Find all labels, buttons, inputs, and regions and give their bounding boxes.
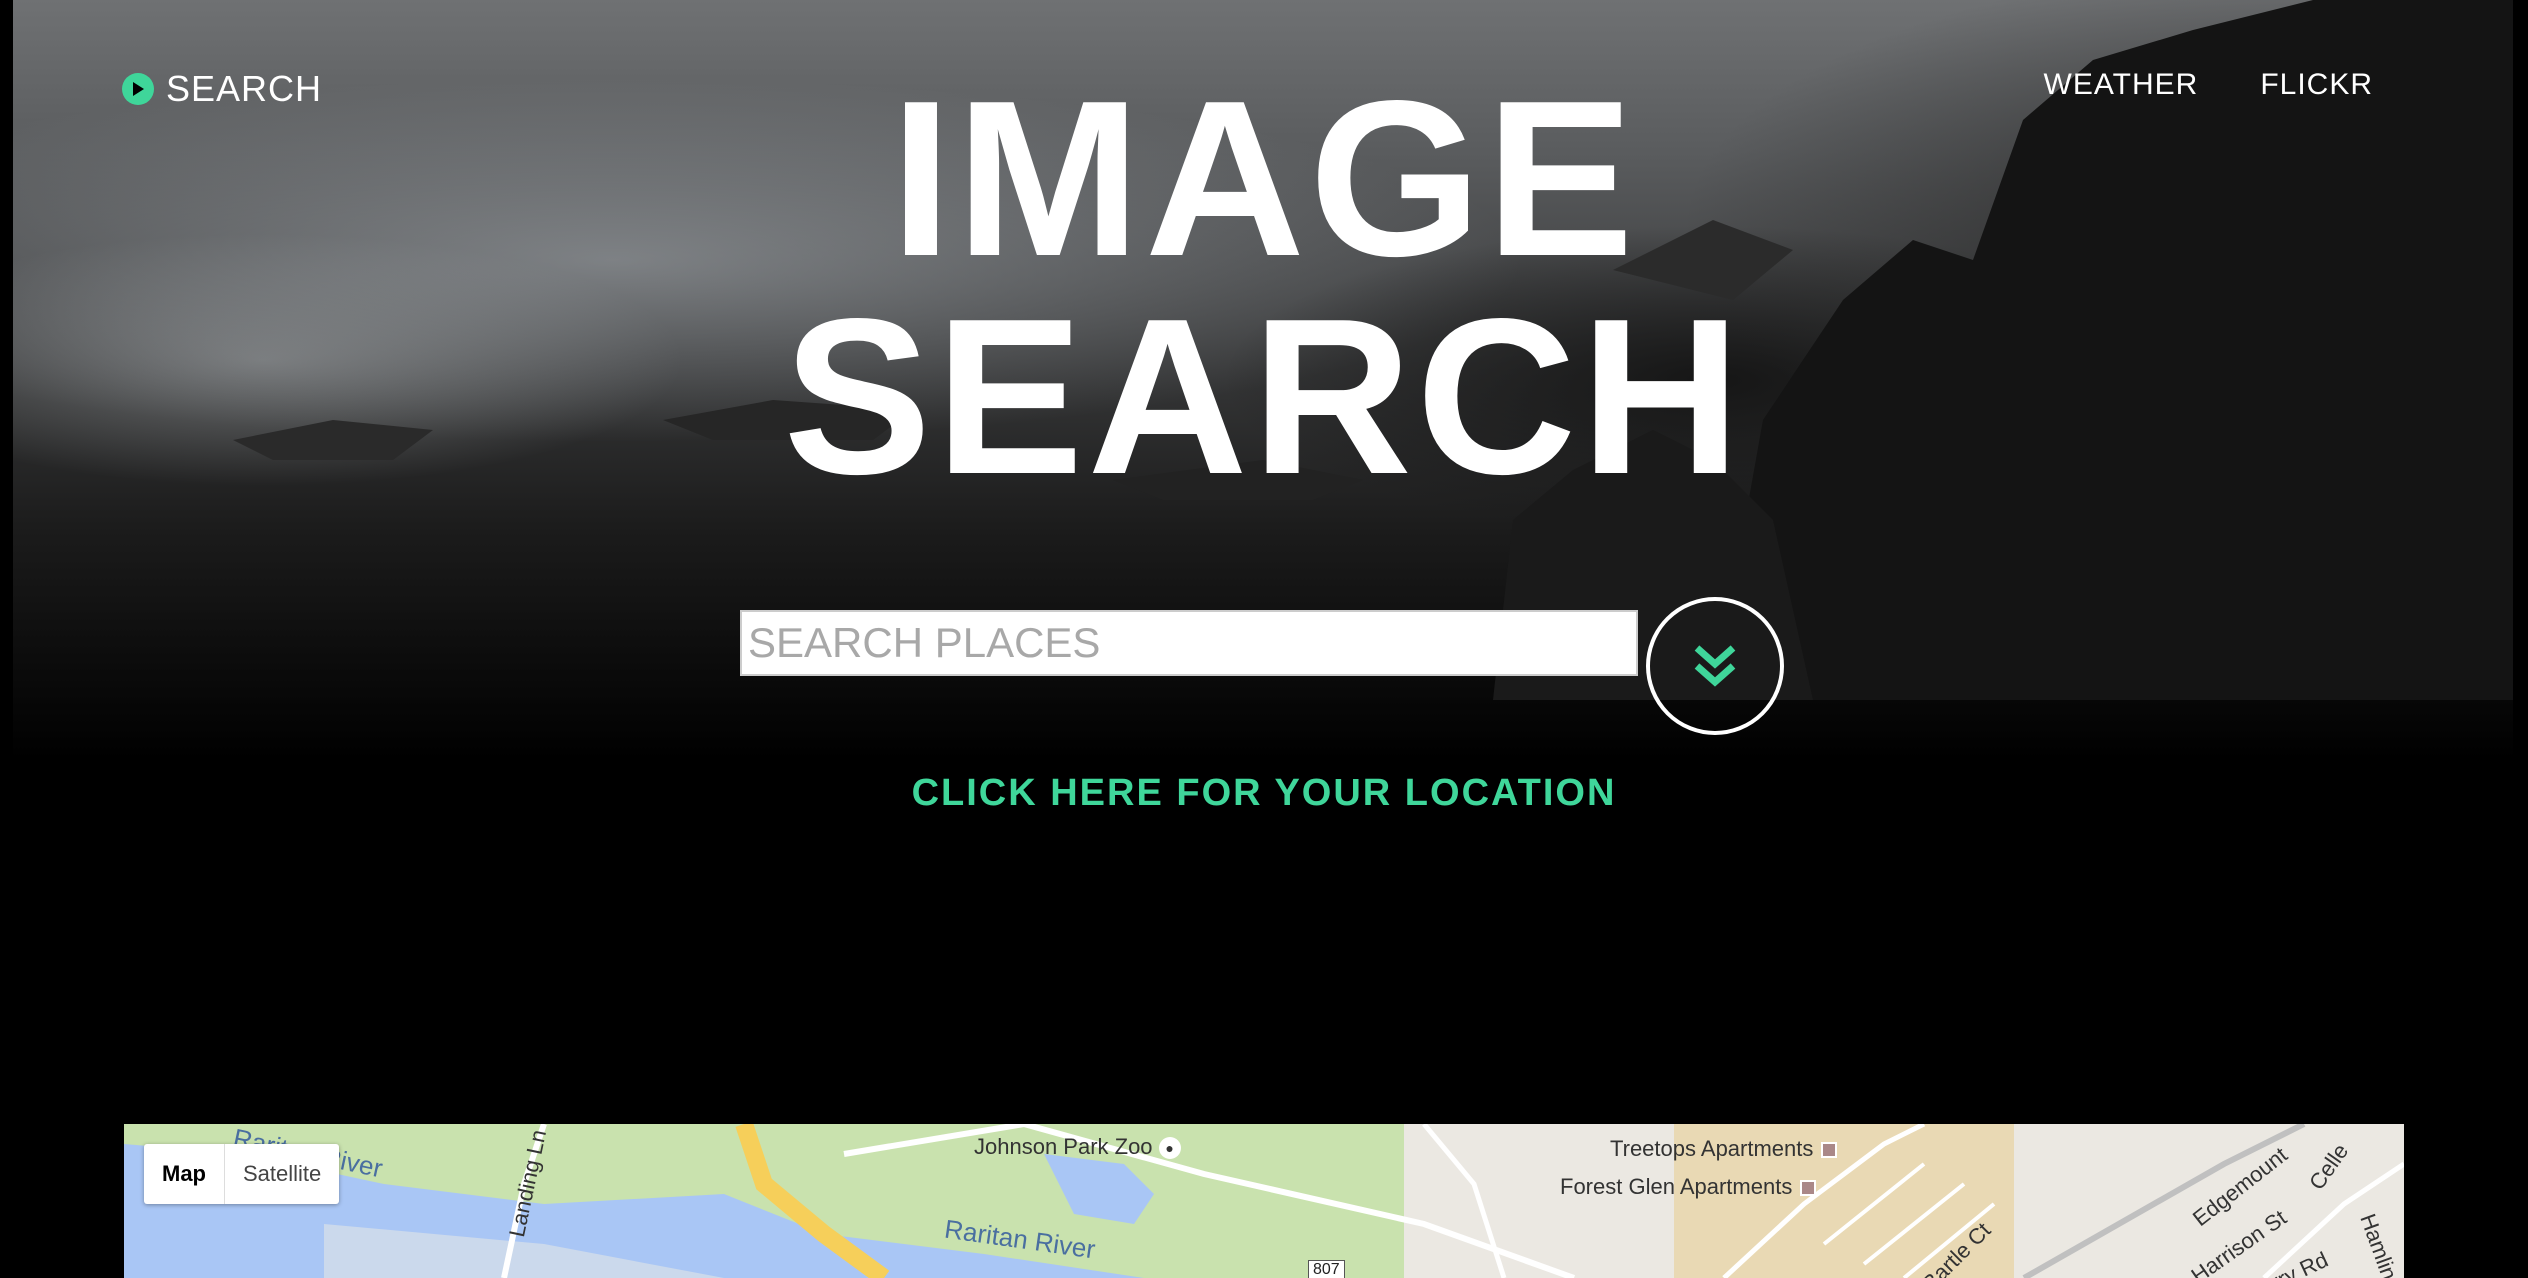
map-type-map-button[interactable]: Map bbox=[144, 1144, 225, 1204]
paw-icon: ● bbox=[1158, 1137, 1181, 1160]
route-shield: 807 bbox=[1308, 1260, 1345, 1278]
map-label-poi: Forest Glen Apartments bbox=[1560, 1174, 1817, 1200]
map-label-poi: Johnson Park Zoo ● bbox=[974, 1134, 1181, 1160]
page-title: IMAGE SEARCH bbox=[0, 55, 2528, 521]
use-my-location-link[interactable]: CLICK HERE FOR YOUR LOCATION bbox=[0, 772, 2528, 815]
building-icon bbox=[1800, 1180, 1817, 1197]
map-type-toggle: Map Satellite bbox=[144, 1144, 340, 1204]
title-line-1: IMAGE bbox=[890, 55, 1638, 303]
search-submit-button[interactable] bbox=[1646, 597, 1784, 735]
map-tiles bbox=[124, 1124, 2404, 1278]
title-line-2: SEARCH bbox=[783, 273, 1745, 521]
double-chevron-down-icon bbox=[1694, 645, 1736, 687]
building-icon bbox=[1821, 1142, 1838, 1159]
map-view[interactable]: Map Satellite Raritan River Raritan Rive… bbox=[124, 1124, 2404, 1278]
search-places-input[interactable] bbox=[740, 610, 1638, 676]
map-label-poi: Treetops Apartments bbox=[1610, 1136, 1838, 1162]
map-type-satellite-button[interactable]: Satellite bbox=[225, 1144, 339, 1204]
